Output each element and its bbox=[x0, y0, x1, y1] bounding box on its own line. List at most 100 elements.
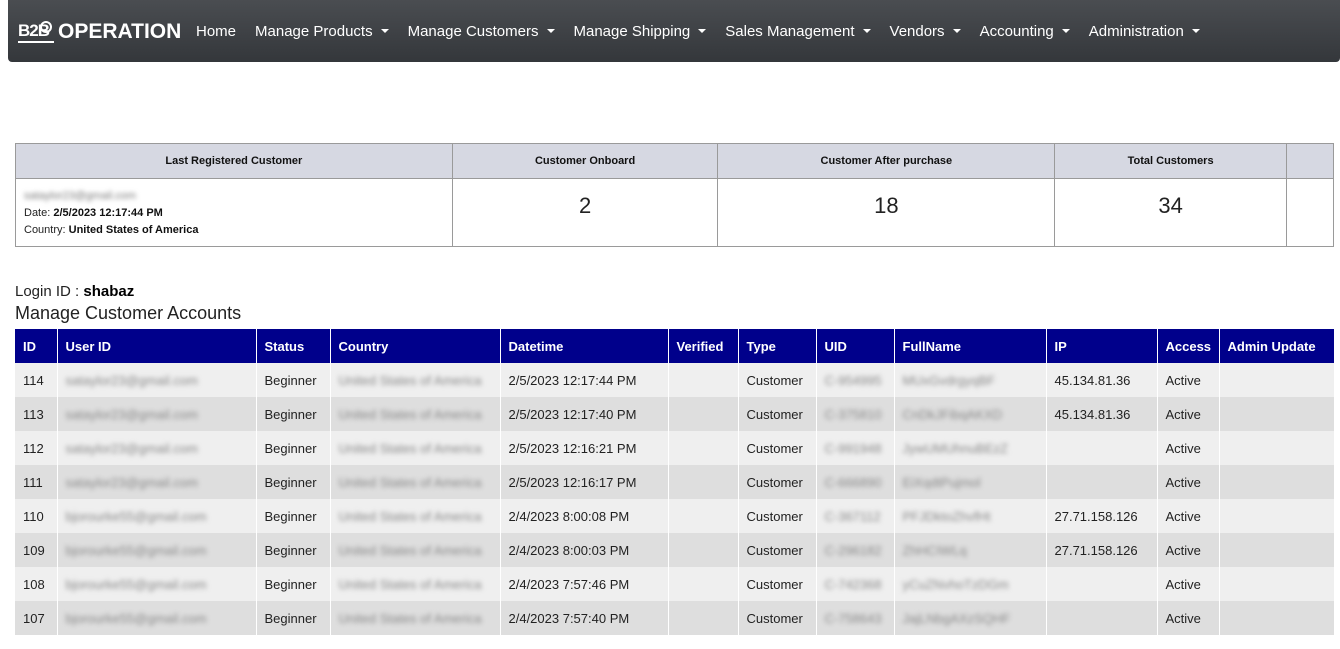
table-cell-verified bbox=[668, 397, 739, 431]
table-cell-datetime: 2/4/2023 8:00:03 PM bbox=[500, 533, 669, 567]
col-user-id[interactable]: User ID bbox=[57, 329, 257, 363]
table-row[interactable]: 114 sataylor23@gmail.com Beginner United St… bbox=[15, 363, 1335, 397]
table-cell-country: United States of America bbox=[330, 533, 501, 567]
table-cell-status: Beginner bbox=[256, 601, 331, 635]
table-cell-fullname: EiXqdtPujmol bbox=[894, 465, 1047, 499]
table-cell-verified bbox=[668, 363, 739, 397]
table-cell-datetime: 2/5/2023 12:16:21 PM bbox=[500, 431, 669, 465]
table-cell-verified bbox=[668, 533, 739, 567]
caret-down-icon bbox=[546, 29, 555, 33]
table-cell-id: 112 bbox=[15, 431, 58, 465]
customer-accounts-table: ID User ID Status Country Datetime Verif… bbox=[15, 329, 1335, 635]
main-nav: Home Manage Products Manage Customers Ma… bbox=[188, 0, 1211, 62]
col-admin-update[interactable]: Admin Update bbox=[1219, 329, 1334, 363]
table-cell-admin-update bbox=[1219, 397, 1335, 431]
col-fullname[interactable]: FullName bbox=[894, 329, 1047, 363]
col-access[interactable]: Access bbox=[1157, 329, 1220, 363]
table-cell-type: Customer bbox=[738, 499, 817, 533]
caret-down-icon bbox=[380, 29, 389, 33]
table-cell-id: 107 bbox=[15, 601, 58, 635]
last-registered-cell: sataylor23@gmail.com Date: 2/5/2023 12:1… bbox=[15, 178, 453, 247]
table-row[interactable]: 110 bjorourke55@gmail.com Beginner United S… bbox=[15, 499, 1335, 533]
col-type[interactable]: Type bbox=[738, 329, 817, 363]
table-cell-status: Beginner bbox=[256, 499, 331, 533]
table-cell-ip: 27.71.158.126 bbox=[1046, 533, 1158, 567]
table-header-row: ID User ID Status Country Datetime Verif… bbox=[15, 329, 1334, 363]
table-cell-verified bbox=[668, 601, 739, 635]
login-id: Login ID : shabaz bbox=[15, 283, 135, 300]
brand-name: OPERATION bbox=[58, 20, 182, 43]
col-id[interactable]: ID bbox=[15, 329, 58, 363]
table-cell-uid: C-367112 bbox=[816, 499, 895, 533]
table-cell-user-id: sataylor23@gmail.com bbox=[57, 397, 257, 431]
nav-accounting[interactable]: Accounting bbox=[972, 23, 1078, 40]
caret-down-icon bbox=[862, 29, 871, 33]
table-cell-ip bbox=[1046, 465, 1158, 499]
table-cell-country: United States of America bbox=[330, 363, 501, 397]
table-cell-country: United States of America bbox=[330, 567, 501, 601]
col-country[interactable]: Country bbox=[330, 329, 501, 363]
table-cell-ip bbox=[1046, 567, 1158, 601]
table-cell-admin-update bbox=[1219, 601, 1335, 635]
table-row[interactable]: 112 sataylor23@gmail.com Beginner United St… bbox=[15, 431, 1335, 465]
table-cell-user-id: sataylor23@gmail.com bbox=[57, 465, 257, 499]
table-cell-uid: C-296182 bbox=[816, 533, 895, 567]
table-cell-fullname: CnDkJFibqAKXD bbox=[894, 397, 1047, 431]
caret-down-icon bbox=[1061, 29, 1070, 33]
table-cell-access: Active bbox=[1157, 533, 1220, 567]
table-cell-user-id: bjorourke55@gmail.com bbox=[57, 499, 257, 533]
table-cell-type: Customer bbox=[738, 465, 817, 499]
nav-administration[interactable]: Administration bbox=[1081, 23, 1208, 40]
col-verified[interactable]: Verified bbox=[668, 329, 739, 363]
table-cell-datetime: 2/5/2023 12:17:40 PM bbox=[500, 397, 669, 431]
summary-header-empty bbox=[1286, 143, 1334, 179]
table-cell-status: Beginner bbox=[256, 533, 331, 567]
table-row[interactable]: 113 sataylor23@gmail.com Beginner United St… bbox=[15, 397, 1335, 431]
nav-vendors[interactable]: Vendors bbox=[882, 23, 969, 40]
nav-home[interactable]: Home bbox=[188, 23, 244, 40]
table-cell-verified bbox=[668, 567, 739, 601]
nav-manage-products[interactable]: Manage Products bbox=[247, 23, 397, 40]
table-row[interactable]: 108 bjorourke55@gmail.com Beginner United S… bbox=[15, 567, 1335, 601]
table-cell-ip: 45.134.81.36 bbox=[1046, 397, 1158, 431]
col-uid[interactable]: UID bbox=[816, 329, 895, 363]
table-row[interactable]: 109 bjorourke55@gmail.com Beginner United S… bbox=[15, 533, 1335, 567]
summary-header-onboard: Customer Onboard bbox=[451, 143, 719, 179]
summary-header-total: Total Customers bbox=[1054, 143, 1288, 179]
table-cell-ip bbox=[1046, 601, 1158, 635]
table-row[interactable]: 107 bjorourke55@gmail.com Beginner United S… bbox=[15, 601, 1335, 635]
total-customers-count: 34 bbox=[1054, 178, 1288, 247]
table-cell-type: Customer bbox=[738, 567, 817, 601]
table-cell-country: United States of America bbox=[330, 499, 501, 533]
col-datetime[interactable]: Datetime bbox=[500, 329, 669, 363]
table-cell-access: Active bbox=[1157, 601, 1220, 635]
nav-manage-shipping[interactable]: Manage Shipping bbox=[566, 23, 715, 40]
last-registered-country: Country: United States of America bbox=[24, 224, 199, 236]
summary-empty-cell bbox=[1286, 178, 1334, 247]
customer-onboard-count: 2 bbox=[451, 178, 719, 247]
table-cell-datetime: 2/5/2023 12:17:44 PM bbox=[500, 363, 669, 397]
table-cell-verified bbox=[668, 465, 739, 499]
table-cell-access: Active bbox=[1157, 465, 1220, 499]
table-cell-user-id: bjorourke55@gmail.com bbox=[57, 567, 257, 601]
table-cell-uid: C-742368 bbox=[816, 567, 895, 601]
table-cell-admin-update bbox=[1219, 465, 1335, 499]
table-row[interactable]: 111 sataylor23@gmail.com Beginner United St… bbox=[15, 465, 1335, 499]
page-title: Manage Customer Accounts bbox=[15, 303, 242, 323]
nav-sales-management[interactable]: Sales Management bbox=[717, 23, 878, 40]
table-cell-status: Beginner bbox=[256, 397, 331, 431]
table-cell-datetime: 2/4/2023 7:57:46 PM bbox=[500, 567, 669, 601]
table-cell-id: 110 bbox=[15, 499, 58, 533]
table-cell-ip bbox=[1046, 431, 1158, 465]
col-ip[interactable]: IP bbox=[1046, 329, 1158, 363]
table-cell-verified bbox=[668, 499, 739, 533]
brand-logo[interactable]: B2B OPERATION bbox=[18, 20, 181, 44]
table-cell-id: 108 bbox=[15, 567, 58, 601]
table-cell-user-id: bjorourke55@gmail.com bbox=[57, 533, 257, 567]
last-registered-date: Date: 2/5/2023 12:17:44 PM bbox=[24, 207, 163, 219]
table-cell-id: 111 bbox=[15, 465, 58, 499]
nav-manage-customers[interactable]: Manage Customers bbox=[400, 23, 563, 40]
table-cell-user-id: bjorourke55@gmail.com bbox=[57, 601, 257, 635]
table-cell-type: Customer bbox=[738, 601, 817, 635]
col-status[interactable]: Status bbox=[256, 329, 331, 363]
